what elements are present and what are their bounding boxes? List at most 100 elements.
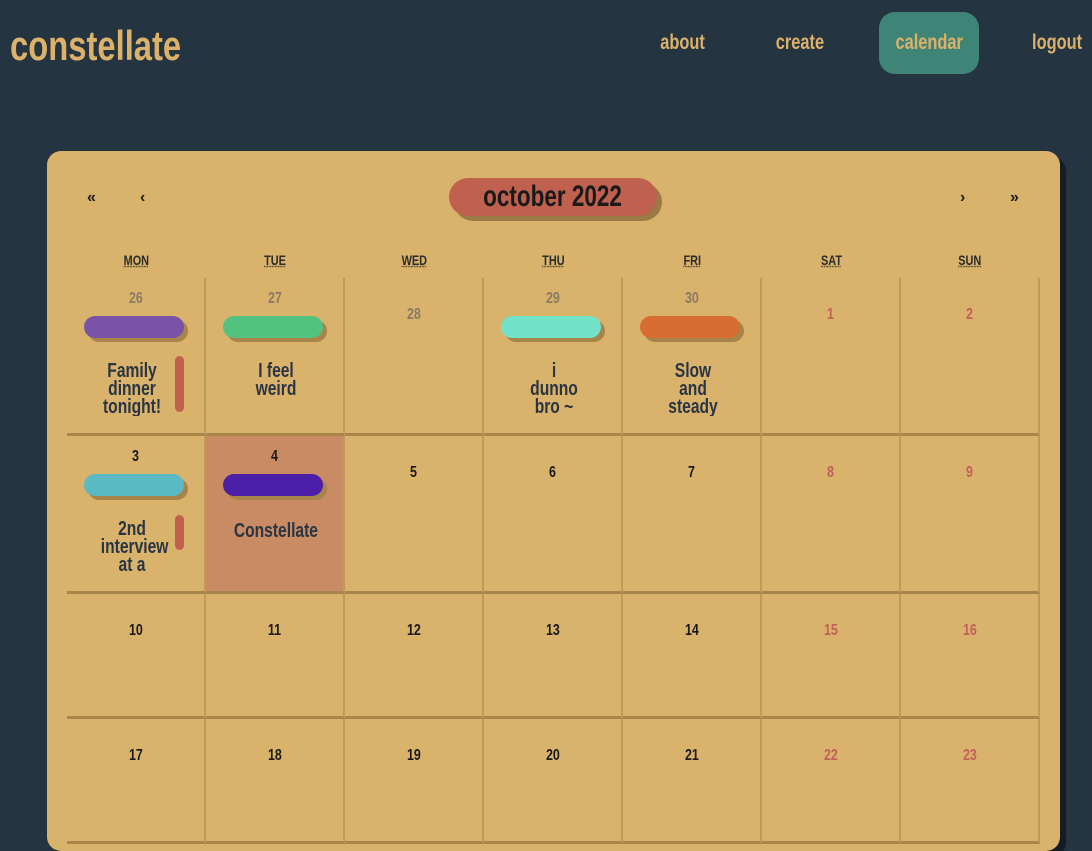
day-number-text: 3 bbox=[132, 448, 139, 465]
day-cell[interactable]: 9 bbox=[901, 436, 1040, 594]
weekday-header: SUN bbox=[901, 252, 1039, 268]
event-title-text: 2nd interview at a bbox=[100, 520, 169, 574]
nav-create-link[interactable]: create bbox=[764, 12, 836, 74]
day-number: 6 bbox=[484, 464, 621, 482]
weekday-header: THU bbox=[484, 252, 622, 268]
nav-logout-link[interactable]: logout bbox=[1022, 12, 1092, 74]
day-cell[interactable]: 20 bbox=[484, 719, 623, 844]
event-color-pill[interactable] bbox=[501, 316, 601, 338]
day-number: 23 bbox=[901, 747, 1038, 765]
event-title-text: Family dinner tonight! bbox=[102, 362, 162, 416]
day-cell[interactable]: 2 bbox=[901, 278, 1040, 436]
day-cell[interactable]: 1 bbox=[762, 278, 901, 436]
day-number-text: 29 bbox=[545, 290, 560, 307]
nav-about-link[interactable]: about bbox=[650, 12, 716, 74]
weekday-header: TUE bbox=[206, 252, 344, 268]
day-number: 1 bbox=[762, 306, 899, 324]
day-number: 19 bbox=[345, 747, 482, 765]
day-number-text: 4 bbox=[271, 448, 278, 465]
weekday-label: THU bbox=[541, 252, 565, 268]
day-cell[interactable]: 15 bbox=[762, 594, 901, 719]
event-title[interactable]: Slow and steady bbox=[623, 362, 762, 416]
app-logo[interactable]: constellate bbox=[10, 22, 181, 70]
day-number-text: 26 bbox=[128, 290, 143, 307]
day-cell[interactable]: 10 bbox=[67, 594, 206, 719]
day-number: 15 bbox=[762, 622, 899, 640]
day-cell[interactable]: 26 Family dinner tonight! bbox=[67, 278, 206, 436]
day-number-text: 8 bbox=[827, 464, 834, 481]
event-title[interactable]: Constellate bbox=[206, 522, 345, 576]
day-number: 8 bbox=[762, 464, 899, 482]
weekday-label: TUE bbox=[264, 252, 286, 268]
day-number: 27 bbox=[206, 290, 343, 308]
event-color-pill[interactable] bbox=[223, 316, 323, 338]
day-number-text: 20 bbox=[545, 747, 560, 764]
day-number: 22 bbox=[762, 747, 899, 765]
day-number: 21 bbox=[623, 747, 760, 765]
prev-year-button[interactable]: « bbox=[87, 189, 96, 207]
day-cell[interactable]: 12 bbox=[345, 594, 484, 719]
event-color-pill[interactable] bbox=[223, 474, 323, 496]
day-cell[interactable]: 18 bbox=[206, 719, 345, 844]
day-number: 11 bbox=[206, 622, 343, 640]
day-number-text: 28 bbox=[406, 306, 421, 323]
day-number-text: 5 bbox=[410, 464, 417, 481]
day-cell[interactable]: 4 Constellate bbox=[206, 436, 345, 594]
day-number-text: 21 bbox=[684, 747, 699, 764]
day-cell[interactable]: 27 I feel weird bbox=[206, 278, 345, 436]
day-cell[interactable]: 3 2nd interview at a bbox=[67, 436, 206, 594]
day-number: 13 bbox=[484, 622, 621, 640]
event-title[interactable]: i dunno bro ~ bbox=[484, 362, 623, 416]
day-number-text: 13 bbox=[545, 622, 560, 639]
day-number-text: 9 bbox=[966, 464, 973, 481]
day-cell[interactable]: 22 bbox=[762, 719, 901, 844]
day-number: 2 bbox=[901, 306, 1038, 324]
weekday-label: SAT bbox=[820, 252, 842, 268]
day-cell[interactable]: 19 bbox=[345, 719, 484, 844]
event-title-text: i dunno bro ~ bbox=[529, 362, 578, 416]
day-cell[interactable]: 5 bbox=[345, 436, 484, 594]
day-cell[interactable]: 16 bbox=[901, 594, 1040, 719]
event-title-text: I feel weird bbox=[255, 362, 296, 400]
day-number-text: 19 bbox=[406, 747, 421, 764]
day-cell[interactable]: 30 Slow and steady bbox=[623, 278, 762, 436]
nav-calendar-link[interactable]: calendar bbox=[879, 12, 979, 74]
day-number-text: 1 bbox=[827, 306, 834, 323]
day-number-text: 18 bbox=[267, 747, 282, 764]
day-cell[interactable]: 8 bbox=[762, 436, 901, 594]
next-year-button[interactable]: » bbox=[1010, 189, 1019, 207]
day-cell[interactable]: 7 bbox=[623, 436, 762, 594]
day-number: 17 bbox=[67, 747, 204, 765]
day-number-text: 11 bbox=[267, 622, 282, 639]
day-cell[interactable]: 21 bbox=[623, 719, 762, 844]
weekday-label: FRI bbox=[683, 252, 701, 268]
day-number-text: 7 bbox=[688, 464, 695, 481]
day-cell[interactable]: 23 bbox=[901, 719, 1040, 844]
day-cell[interactable]: 17 bbox=[67, 719, 206, 844]
weekday-label: SUN bbox=[958, 252, 982, 268]
day-number: 26 bbox=[67, 290, 204, 308]
calendar-card: « ‹ october 2022 › » MON TUE WED THU FRI SAT S… bbox=[47, 151, 1060, 851]
event-scroll-indicator[interactable] bbox=[175, 356, 184, 412]
day-number: 16 bbox=[901, 622, 1038, 640]
event-color-pill[interactable] bbox=[640, 316, 740, 338]
day-cell[interactable]: 6 bbox=[484, 436, 623, 594]
day-cell[interactable]: 13 bbox=[484, 594, 623, 719]
day-cell[interactable]: 28 bbox=[345, 278, 484, 436]
day-cell[interactable]: 29 i dunno bro ~ bbox=[484, 278, 623, 436]
weekday-label: MON bbox=[123, 252, 149, 268]
day-number-text: 22 bbox=[823, 747, 838, 764]
day-cell[interactable]: 14 bbox=[623, 594, 762, 719]
month-label[interactable]: october 2022 bbox=[449, 178, 657, 216]
day-number: 7 bbox=[623, 464, 760, 482]
event-title[interactable]: I feel weird bbox=[206, 362, 345, 416]
event-color-pill[interactable] bbox=[84, 474, 184, 496]
prev-month-button[interactable]: ‹ bbox=[140, 189, 145, 207]
event-scroll-indicator[interactable] bbox=[175, 515, 184, 550]
day-cell[interactable]: 11 bbox=[206, 594, 345, 719]
day-number-text: 16 bbox=[962, 622, 977, 639]
day-number: 29 bbox=[484, 290, 621, 308]
event-color-pill[interactable] bbox=[84, 316, 184, 338]
next-month-button[interactable]: › bbox=[960, 189, 965, 207]
day-number: 14 bbox=[623, 622, 760, 640]
